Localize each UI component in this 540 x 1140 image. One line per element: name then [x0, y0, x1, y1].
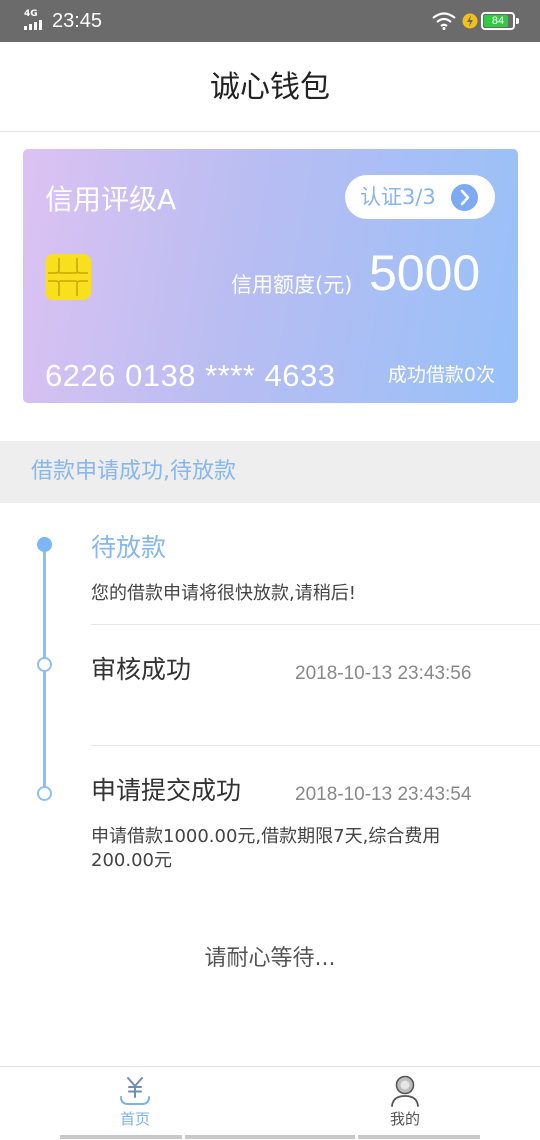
yuan-icon [120, 1077, 150, 1105]
battery-tip [516, 18, 519, 24]
home-indicator [358, 1135, 480, 1139]
bottom-nav: 首页 我的 [0, 1066, 540, 1140]
credit-rating: 信用评级A [45, 183, 177, 216]
timeline-step-desc: 您的借款申请将很快放款,请稍后! [91, 583, 356, 604]
divider [91, 624, 540, 625]
charging-icon [462, 13, 478, 29]
signal-icon: 4G [24, 10, 46, 30]
timeline-step-time: 2018-10-13 23:43:56 [295, 663, 472, 684]
timeline-dot [37, 786, 52, 801]
credit-card: 信用评级A 认证3/3 信用额度(元) 5000 6226 0138 **** … [23, 149, 518, 403]
timeline-step-desc: 申请借款1000.00元,借款期限7天,综合费用200.00元 [91, 826, 441, 871]
home-indicator [60, 1135, 182, 1139]
nav-label-home: 首页 [119, 1110, 150, 1128]
status-time: 23:45 [52, 10, 103, 32]
loan-status-strip: 借款申请成功,待放款 [0, 441, 540, 503]
credit-limit-label: 信用额度(元) [231, 273, 353, 297]
battery-percent: 84 [491, 15, 505, 27]
nav-item-mine[interactable]: 我的 [270, 1067, 540, 1140]
timeline-step-title: 申请提交成功 [91, 776, 242, 805]
sim-chip-icon [45, 254, 91, 300]
timeline-step-time: 2018-10-13 23:43:54 [295, 784, 472, 805]
timeline-step-title: 待放款 [91, 533, 167, 562]
home-indicator [185, 1135, 355, 1139]
loan-status-text: 借款申请成功,待放款 [31, 459, 236, 484]
card-number: 6226 0138 **** 4633 [45, 358, 336, 393]
battery-icon: 84 [481, 12, 515, 30]
wait-message: 请耐心等待... [204, 946, 336, 971]
nav-label-mine: 我的 [389, 1110, 420, 1128]
wifi-icon [432, 12, 456, 30]
credit-limit-value: 5000 [369, 245, 481, 301]
nav-item-home[interactable]: 首页 [0, 1067, 270, 1140]
certification-label: 认证3/3 [360, 185, 436, 209]
network-type-label: 4G [24, 9, 38, 19]
timeline-dot-active [37, 537, 52, 552]
chevron-right-icon [451, 184, 478, 211]
loan-count: 成功借款0次 [387, 364, 495, 386]
certification-button[interactable]: 认证3/3 [345, 175, 495, 219]
divider [91, 745, 540, 746]
user-icon [391, 1075, 419, 1107]
header: 诚心钱包 [0, 42, 540, 132]
status-bar: 4G 23:45 84 [0, 0, 540, 42]
timeline-step-title: 审核成功 [91, 655, 192, 684]
page-title: 诚心钱包 [210, 70, 330, 105]
timeline-dot [37, 657, 52, 672]
